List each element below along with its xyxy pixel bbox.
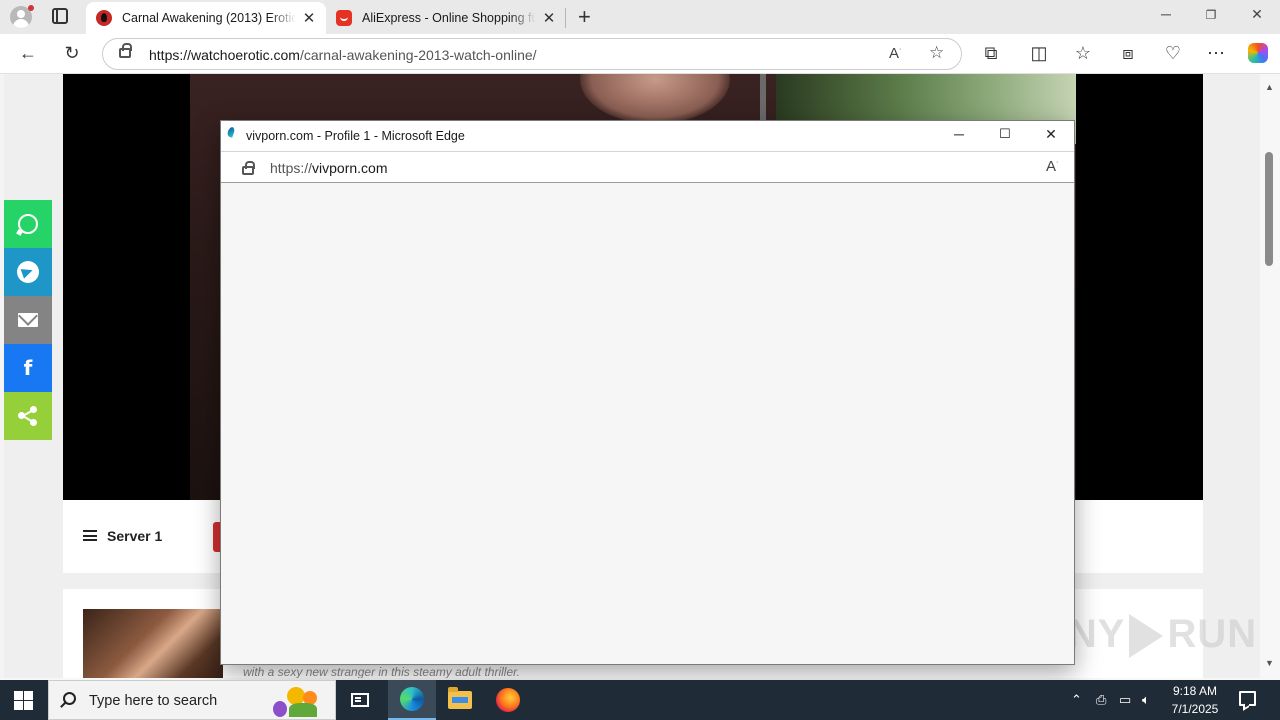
popup-lock-icon[interactable] — [242, 161, 255, 175]
copilot-icon[interactable] — [1246, 42, 1270, 64]
popup-title: vivporn.com - Profile 1 - Microsoft Edge — [246, 129, 465, 143]
back-icon[interactable]: ← — [17, 42, 39, 64]
notifications-icon[interactable] — [1239, 691, 1256, 706]
whatsapp-share-button[interactable] — [4, 200, 52, 248]
popup-titlebar[interactable]: vivporn.com - Profile 1 - Microsoft Edge… — [221, 121, 1074, 151]
browser-essentials-icon[interactable]: ♡ — [1162, 42, 1184, 64]
page-scrollbar[interactable]: ▲ ▼ — [1260, 74, 1280, 678]
search-placeholder: Type here to search — [89, 693, 218, 709]
windows-taskbar: Type here to search ⌃ ⎙ ▭ 🔈︎ 9:18 AM 7/1… — [0, 680, 1280, 720]
firefox-icon — [496, 688, 520, 712]
related-description: with a sexy new stranger in this steamy … — [243, 665, 521, 678]
server-label: Server 1 — [107, 528, 163, 544]
split-screen-icon[interactable]: ◫ — [1028, 42, 1050, 64]
tab-actions-icon[interactable] — [52, 8, 68, 24]
tab-title: Carnal Awakening (2013) Erotic Movie — [122, 11, 296, 25]
video-scene-face — [580, 74, 730, 124]
popup-read-aloud-icon[interactable]: Aᐧ — [1046, 158, 1058, 175]
search-highlight-flowers-icon — [259, 685, 329, 719]
email-icon — [18, 313, 38, 327]
file-explorer-icon — [448, 687, 472, 709]
tab-separator — [565, 8, 566, 28]
taskbar-file-explorer-button[interactable] — [436, 680, 484, 720]
facebook-share-button[interactable]: f — [4, 344, 52, 392]
edge-logo-icon — [226, 127, 236, 139]
close-tab-icon[interactable]: ✕ — [542, 9, 556, 27]
site-favicon-icon — [96, 10, 112, 26]
tab-carnal-awakening[interactable]: Carnal Awakening (2013) Erotic Movie ✕ — [86, 2, 326, 34]
taskbar-edge-button[interactable] — [388, 680, 436, 720]
close-window-icon[interactable]: ✕ — [1247, 6, 1267, 23]
favorite-star-icon[interactable]: ☆ — [929, 43, 944, 63]
task-view-button[interactable] — [336, 680, 384, 720]
address-url[interactable]: https://watchoerotic.com/carnal-awakenin… — [149, 47, 537, 63]
server-list-icon — [83, 530, 97, 541]
popup-close-icon[interactable]: ✕ — [1041, 126, 1061, 143]
clock-time: 9:18 AM — [1172, 684, 1218, 698]
browser-tab-strip: Carnal Awakening (2013) Erotic Movie ✕ A… — [0, 0, 1280, 34]
search-icon — [63, 692, 76, 705]
close-tab-icon[interactable]: ✕ — [302, 9, 316, 27]
aliexpress-favicon-icon — [336, 10, 352, 26]
read-aloud-icon[interactable]: Aᐧ — [889, 45, 901, 62]
restore-icon[interactable]: ❐ — [1201, 8, 1221, 22]
more-menu-icon[interactable]: ⋯ — [1205, 42, 1227, 64]
start-windows-icon[interactable] — [14, 691, 34, 711]
extensions-icon[interactable]: ⧉ — [980, 42, 1002, 64]
telegram-icon — [17, 261, 39, 283]
popup-page-content — [221, 183, 1074, 664]
address-bar[interactable]: https://watchoerotic.com/carnal-awakenin… — [102, 38, 962, 70]
telegram-share-button[interactable] — [4, 248, 52, 296]
volume-icon[interactable]: 🔈︎ — [1142, 680, 1150, 720]
profile-notification-dot — [28, 5, 34, 11]
popup-url[interactable]: https://vivporn.com — [270, 160, 388, 176]
tab-aliexpress[interactable]: AliExpress - Online Shopping für Elektro… — [326, 2, 566, 34]
scrollbar-thumb[interactable] — [1265, 152, 1273, 266]
collections-icon[interactable]: ⧈ — [1117, 42, 1139, 64]
clock-date: 7/1/2025 — [1171, 702, 1219, 716]
tab-title: AliExpress - Online Shopping für Elektro… — [362, 11, 536, 25]
lock-icon[interactable] — [119, 43, 132, 58]
scroll-up-icon[interactable]: ▲ — [1265, 82, 1274, 92]
whatsapp-icon — [18, 214, 38, 234]
share-icon — [18, 406, 38, 426]
taskbar-firefox-button[interactable] — [484, 680, 532, 720]
new-tab-icon[interactable]: + — [578, 4, 591, 30]
scroll-down-icon[interactable]: ▼ — [1265, 658, 1274, 668]
email-share-button[interactable] — [4, 296, 52, 344]
show-hidden-icons-chevron-icon[interactable]: ⌃ — [1071, 680, 1082, 720]
related-thumbnail[interactable] — [83, 609, 223, 678]
task-view-icon — [351, 693, 369, 707]
favorites-icon[interactable]: ☆ — [1072, 42, 1094, 64]
network-icon[interactable]: ▭ — [1119, 680, 1131, 720]
facebook-icon: f — [23, 356, 33, 380]
edge-icon — [400, 687, 424, 711]
share-button[interactable] — [4, 392, 52, 440]
popup-window[interactable]: vivporn.com - Profile 1 - Microsoft Edge… — [220, 120, 1075, 665]
minimize-icon[interactable]: ─ — [1156, 6, 1176, 22]
social-share-bar: f — [4, 200, 52, 440]
video-scene-frame — [760, 74, 766, 124]
taskbar-clock[interactable]: 9:18 AM 7/1/2025 — [1160, 682, 1230, 718]
popup-minimize-icon[interactable]: ─ — [949, 126, 969, 142]
refresh-icon[interactable]: ↻ — [61, 42, 83, 64]
browser-toolbar: ← ↻ https://watchoerotic.com/carnal-awak… — [0, 34, 1280, 74]
device-tray-icon[interactable]: ⎙ — [1096, 680, 1106, 720]
taskbar-search-box[interactable]: Type here to search — [48, 680, 336, 720]
popup-address-bar[interactable]: https://vivporn.com Aᐧ — [221, 151, 1074, 183]
popup-maximize-icon[interactable]: ☐ — [995, 126, 1015, 142]
